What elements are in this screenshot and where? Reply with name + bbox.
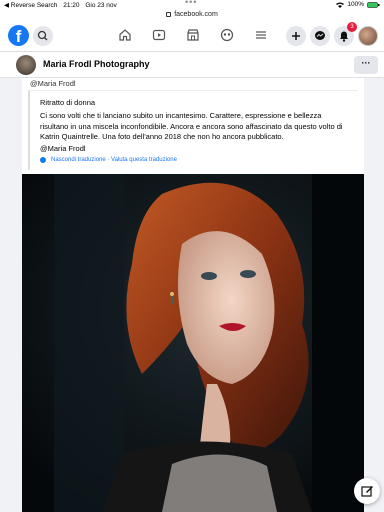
notification-badge: 3 xyxy=(347,22,357,32)
status-left: ◀ Reverse Search 21:20 Gio 23 nov xyxy=(4,1,117,9)
translation-links[interactable]: Nascondi traduzione · Valuta questa trad… xyxy=(40,157,177,163)
multitask-dots-icon[interactable]: ••• xyxy=(185,0,197,7)
post-card: @Maria Frodl Ritratto di donna Ci sono v… xyxy=(22,78,364,512)
video-icon[interactable] xyxy=(152,28,166,42)
facebook-logo[interactable]: f xyxy=(8,25,29,46)
status-date: Gio 23 nov xyxy=(85,2,117,9)
post-title: Ritratto di donna xyxy=(40,98,96,107)
post-text-block: Ritratto di donna Ci sono volti che ti l… xyxy=(28,90,358,170)
compose-button[interactable] xyxy=(354,478,380,504)
browser-url-bar[interactable]: facebook.com xyxy=(0,10,384,20)
lock-icon xyxy=(166,11,172,17)
menu-icon[interactable] xyxy=(254,28,268,42)
search-icon xyxy=(37,30,48,41)
back-to-app-link[interactable]: ◀ Reverse Search xyxy=(4,2,57,9)
post-signature[interactable]: @Maria Frodl xyxy=(40,144,86,153)
status-right: 100% xyxy=(336,1,380,8)
facebook-top-nav: f 3 xyxy=(0,20,384,52)
groups-icon[interactable] xyxy=(220,28,234,42)
home-icon[interactable] xyxy=(118,28,132,42)
more-options-button[interactable]: ··· xyxy=(354,56,378,74)
messenger-icon xyxy=(315,31,325,40)
profile-avatar[interactable] xyxy=(358,26,378,46)
post-photo[interactable] xyxy=(22,174,364,512)
search-button[interactable] xyxy=(33,26,53,46)
page-name[interactable]: Maria Frodl Photography xyxy=(43,59,150,69)
plus-icon xyxy=(292,32,300,40)
page-header: Maria Frodl Photography ··· xyxy=(0,52,384,78)
battery-icon xyxy=(367,1,380,8)
status-time: 21:20 xyxy=(63,2,80,9)
status-bar: ◀ Reverse Search 21:20 Gio 23 nov ••• 10… xyxy=(0,0,384,10)
wifi-icon xyxy=(336,2,345,8)
url-text: facebook.com xyxy=(174,11,218,18)
create-button[interactable] xyxy=(286,26,306,46)
messenger-button[interactable] xyxy=(310,26,330,46)
translation-links-text[interactable]: Nascondi traduzione · Valuta questa trad… xyxy=(51,157,177,163)
marketplace-icon[interactable] xyxy=(186,28,200,42)
portrait-image xyxy=(22,174,364,512)
post-body: Ci sono volti che ti lanciano subito un … xyxy=(40,111,343,141)
author-mention[interactable]: @Maria Frodl xyxy=(30,79,76,88)
page-avatar[interactable] xyxy=(16,55,36,75)
battery-percent: 100% xyxy=(347,1,364,8)
edit-icon xyxy=(361,486,373,497)
gear-icon xyxy=(40,157,46,163)
